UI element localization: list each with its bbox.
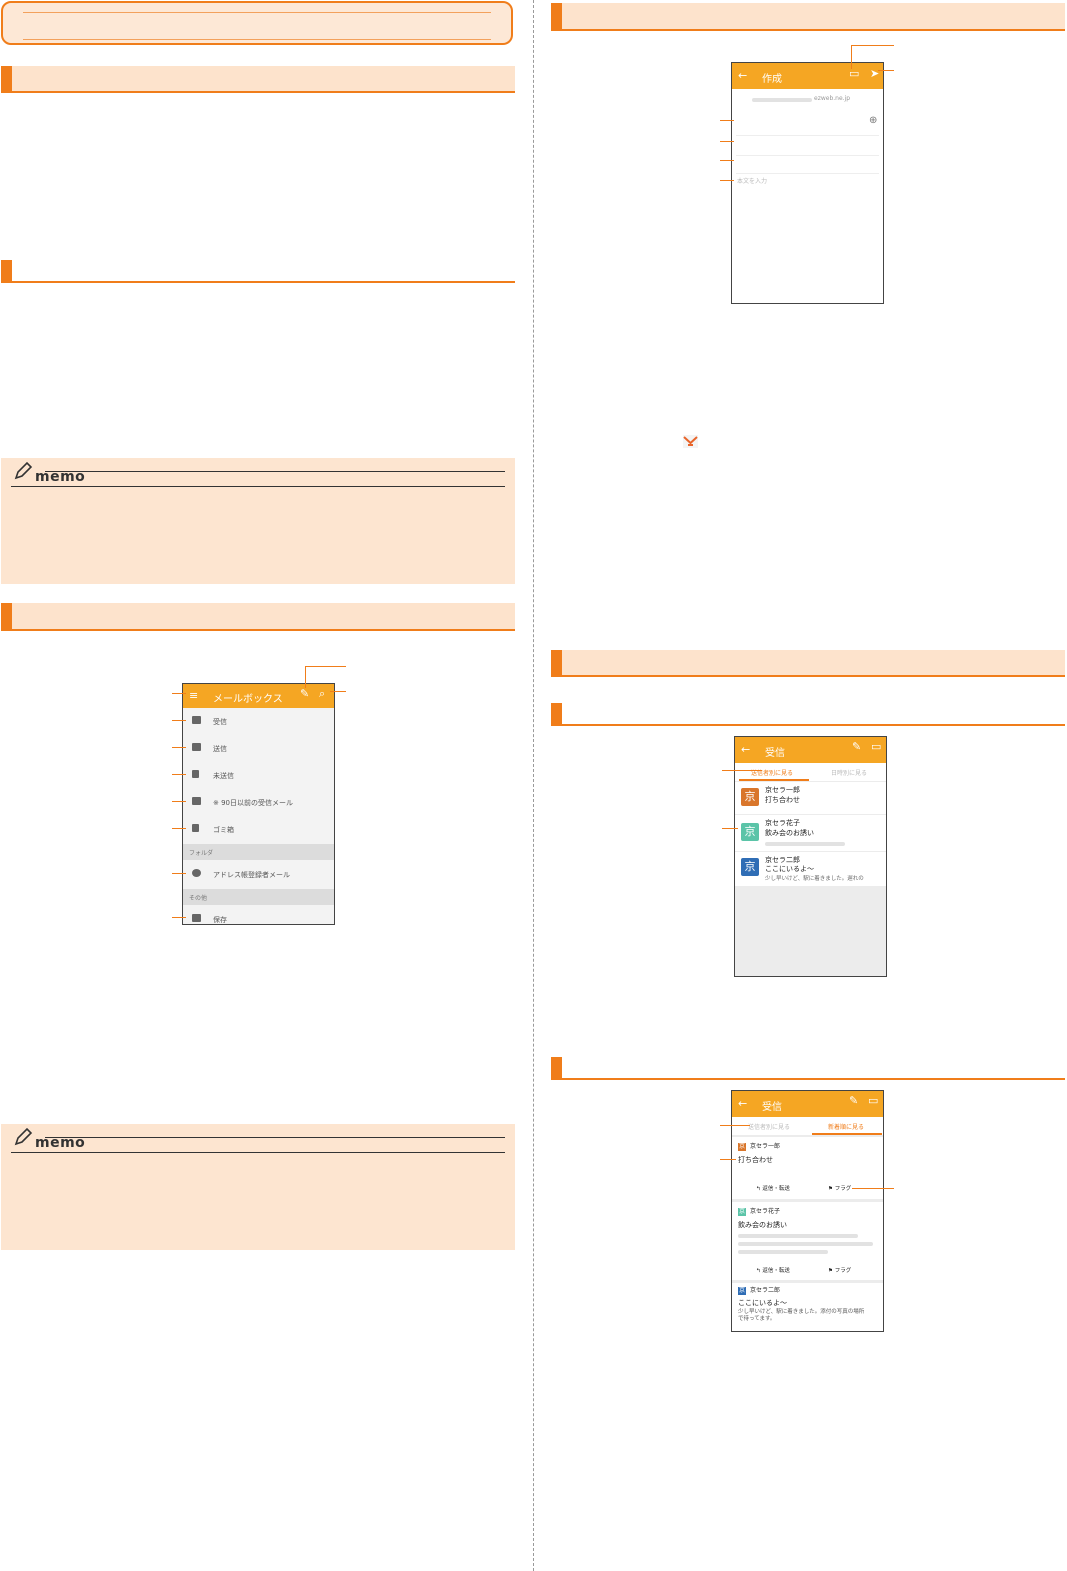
avatar: 京	[741, 823, 759, 841]
envelope-icon	[683, 435, 698, 448]
add-icon[interactable]: ⊕	[869, 115, 877, 126]
avatar: 京	[738, 1287, 746, 1295]
section-header-1	[1, 66, 515, 93]
avatar: 京	[741, 788, 759, 806]
list-item[interactable]: 京 京セラ花子 飲み会のお誘い ↰ 返信・転送 ⚑ フラグ	[732, 1202, 883, 1280]
pencil-icon[interactable]: ✎	[852, 740, 861, 753]
subject: 打ち合わせ	[765, 796, 800, 804]
inbox-date-screen: ← 受信 ✎ ▭ 送信者別に見る 新着順に見る 京 京セラ一郎 打ち合わせ ↰ …	[731, 1090, 884, 1332]
subsection-header-1	[1, 260, 515, 283]
sender: 京セラ二郎	[765, 856, 800, 864]
inbox-title: 受信	[765, 748, 785, 759]
sender: 京セラ二郎	[750, 1287, 781, 1294]
folder-group-header: その他	[183, 889, 334, 905]
archive-icon	[192, 797, 201, 805]
pencil-icon	[14, 461, 33, 480]
draft-icon	[192, 770, 199, 778]
subject: 打ち合わせ	[738, 1156, 773, 1164]
search-icon[interactable]: ⌕	[319, 687, 325, 701]
list-item[interactable]: 京 京セラ二郎 ここにいるよ～ 少し早いけど、駅に着きました。添付の写真の場所で…	[732, 1283, 883, 1331]
list-item[interactable]: 京 京セラ一郎 打ち合わせ	[735, 782, 886, 814]
back-icon[interactable]: ←	[738, 69, 747, 82]
subject: 飲み会のお誘い	[738, 1221, 787, 1229]
back-icon[interactable]: ←	[741, 743, 750, 756]
sender: 京セラ花子	[750, 1208, 781, 1215]
inbox-sender-screen: ← 受信 ✎ ▭ 送信者別に見る 日時別に見る 京 京セラ一郎 打ち合わせ 京 …	[734, 736, 887, 977]
view-tabs: 送信者別に見る 新着順に見る	[732, 1117, 883, 1135]
send-icon[interactable]: ➤	[870, 67, 879, 80]
tab-by-sender[interactable]: 送信者別に見る	[748, 1122, 790, 1131]
reply-button[interactable]: ↰ 返信・転送	[756, 1185, 790, 1194]
pencil-icon	[14, 1127, 33, 1146]
list-item[interactable]: 京 京セラ二郎 ここにいるよ～ 少し早いけど、駅に着きました。遅れの	[735, 852, 886, 886]
subsection-header-2	[551, 703, 1065, 726]
folder-row[interactable]: 保存	[183, 906, 334, 924]
section-header-4	[551, 650, 1065, 677]
from-domain: ezweb.ne.jp	[814, 95, 851, 102]
list-item[interactable]: 京 京セラ一郎 打ち合わせ ↰ 返信・転送 ⚑ フラグ	[732, 1137, 883, 1199]
list-item[interactable]: 京 京セラ花子 飲み会のお誘い	[735, 815, 886, 851]
tab-by-date[interactable]: 新着順に見る	[828, 1122, 864, 1131]
contact-icon	[192, 869, 201, 877]
memo-box-2: memo	[1, 1124, 515, 1250]
pencil-icon[interactable]: ✎	[300, 687, 309, 700]
trash-icon	[192, 824, 199, 832]
view-tabs: 送信者別に見る 日時別に見る	[735, 763, 886, 781]
folder-row[interactable]: 送信	[183, 735, 334, 762]
body-input[interactable]: 本文を入力	[737, 176, 767, 185]
column-divider	[533, 0, 534, 1571]
back-icon[interactable]: ←	[738, 1097, 747, 1110]
avatar: 京	[741, 858, 759, 876]
sender: 京セラ一郎	[765, 786, 800, 794]
folder-row[interactable]: アドレス帳登録者メール	[183, 861, 334, 888]
envelope-icon	[192, 716, 201, 724]
flag-button[interactable]: ⚑ フラグ	[828, 1267, 851, 1276]
folder-group-header: フォルダ	[183, 844, 334, 860]
tab-by-date[interactable]: 日時別に見る	[831, 768, 867, 777]
avatar: 京	[738, 1143, 746, 1151]
subject: ここにいるよ～	[738, 1299, 787, 1307]
flag-button[interactable]: ⚑ フラグ	[828, 1185, 851, 1194]
body-text: 少し早いけど、駅に着きました。添付の写真の場所で待ってます。	[738, 1309, 865, 1322]
chapter-title-box	[1, 1, 513, 45]
inbox-title: 受信	[762, 1102, 782, 1113]
save-folder-icon	[192, 914, 201, 922]
section-header-3	[551, 3, 1065, 31]
outbox-icon	[192, 743, 201, 751]
menu-icon[interactable]: ≡	[189, 689, 198, 702]
folder-row[interactable]: 受信	[183, 708, 334, 735]
folder-row[interactable]: 未送信	[183, 762, 334, 789]
inbox-icon[interactable]: ▭	[868, 1094, 878, 1107]
reply-button[interactable]: ↰ 返信・転送	[756, 1267, 790, 1276]
folder-screen: ≡ メールボックス ✎ ⌕ 受信 送信 未送信 ※ 90日以前の受信メール ゴミ…	[182, 683, 335, 925]
preview: 少し早いけど、駅に着きました。遅れの	[765, 876, 864, 882]
subsection-header-3	[551, 1057, 1065, 1080]
folder-row[interactable]: ゴミ箱	[183, 816, 334, 843]
sender: 京セラ一郎	[750, 1143, 781, 1150]
avatar: 京	[738, 1208, 746, 1216]
pencil-icon[interactable]: ✎	[849, 1094, 858, 1107]
folder-row[interactable]: ※ 90日以前の受信メール	[183, 789, 334, 816]
subject: ここにいるよ～	[765, 865, 814, 873]
inbox-icon[interactable]: ▭	[871, 740, 881, 753]
subject: 飲み会のお誘い	[765, 829, 814, 837]
section-header-2	[1, 603, 515, 631]
compose-title: 作成	[762, 74, 782, 85]
compose-screen: ← 作成 ▭ ➤ ezweb.ne.jp ⊕ 本文を入力	[731, 62, 884, 304]
folder-screen-title: メールボックス	[213, 694, 283, 705]
memo-box-1: memo	[1, 458, 515, 584]
sender: 京セラ花子	[765, 819, 800, 827]
